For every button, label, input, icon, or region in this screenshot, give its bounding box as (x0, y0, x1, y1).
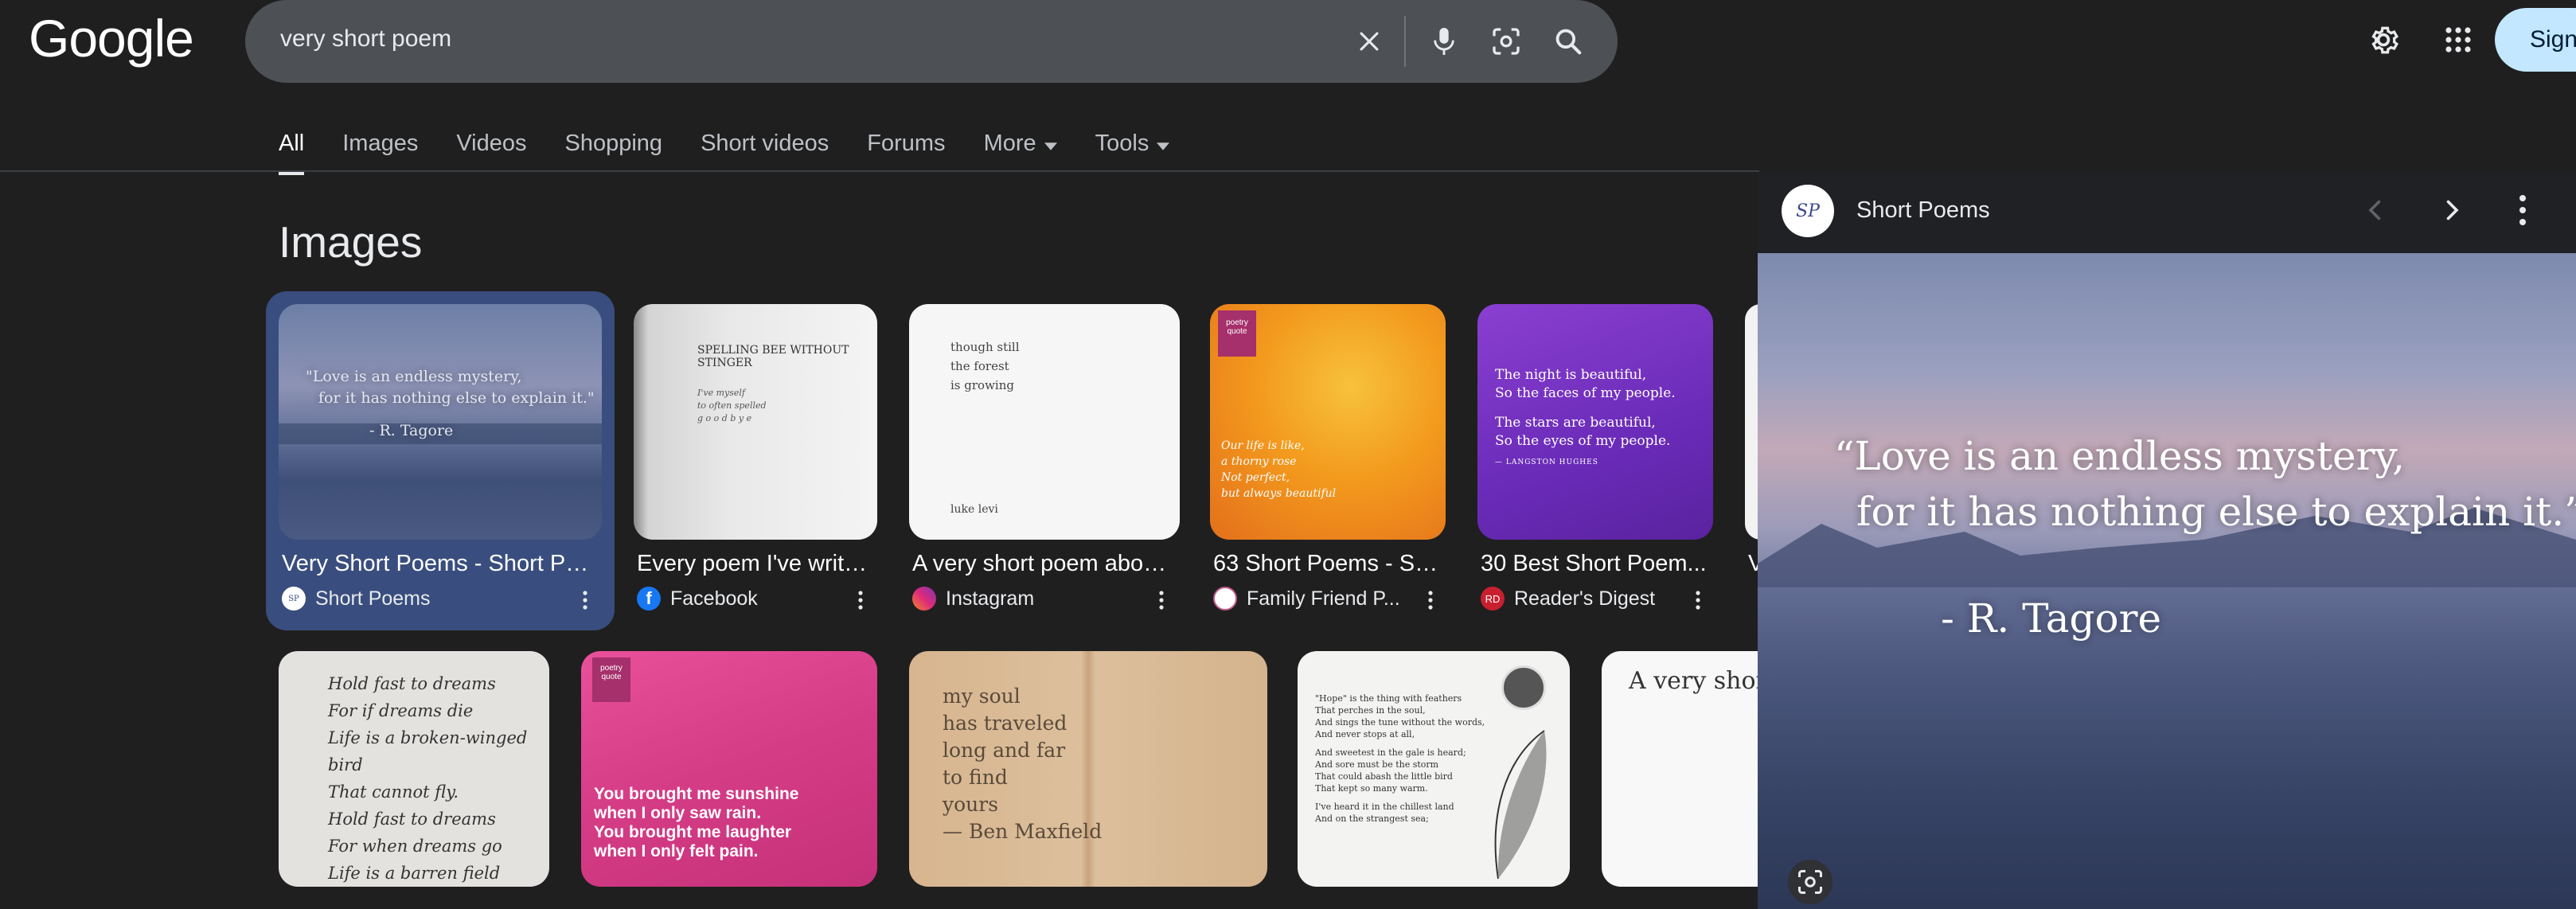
instagram-icon (912, 587, 936, 611)
result-image-hold-fast-to-dreams[interactable]: Hold fast to dreams For if dreams die Life… (279, 651, 549, 887)
next-chevron-icon[interactable] (2437, 193, 2466, 232)
result-image-lake-quote[interactable]: "Love is an endless mystery, for it has … (279, 304, 602, 540)
tab-shopping[interactable]: Shopping (565, 119, 663, 167)
camera-lens-icon[interactable] (1485, 21, 1527, 62)
search-icon[interactable] (1548, 21, 1589, 62)
tab-videos[interactable]: Videos (456, 119, 526, 167)
feather-illustration (1494, 730, 1547, 880)
result-source[interactable]: SP Short Poems (282, 587, 431, 611)
result-image-sunshine-poem[interactable]: poetry quote You brought me sunshine when… (581, 651, 877, 887)
tab-images[interactable]: Images (342, 119, 418, 167)
thumb-text: though still the forest is growing (950, 340, 1020, 392)
author-portrait (1501, 665, 1546, 710)
search-input[interactable]: very short poem (280, 25, 451, 53)
apps-grid-icon[interactable] (2436, 18, 2480, 62)
more-options-icon[interactable] (573, 584, 597, 616)
caret-down-icon (1157, 131, 1170, 157)
tab-all[interactable]: All (279, 119, 305, 175)
result-title[interactable]: A very short poem abou... (912, 551, 1175, 577)
tab-tools[interactable]: Tools (1095, 119, 1170, 167)
result-source[interactable]: Instagram (912, 587, 1034, 611)
result-source[interactable]: Family Friend P... (1213, 587, 1412, 611)
thumb-text: The night is beautiful, So the faces of m… (1495, 367, 1676, 466)
clear-icon[interactable] (1348, 21, 1390, 62)
short-poems-favicon: SP (282, 587, 306, 611)
result-image-langston-hughes[interactable]: The night is beautiful, So the faces of m… (1477, 304, 1713, 540)
source-avatar[interactable]: SP (1782, 185, 1834, 237)
thumb-text: A very short (1629, 667, 1777, 695)
tab-forums[interactable]: Forums (867, 119, 945, 167)
microphone-icon[interactable] (1423, 21, 1465, 62)
result-image-forest-poem[interactable]: though still the forest is growing luke le… (909, 304, 1180, 540)
result-image-ben-maxfield[interactable]: my soul has traveled long and far to find yo… (909, 651, 1267, 887)
more-options-icon[interactable] (1419, 584, 1442, 616)
lens-search-button[interactable] (1788, 860, 1832, 904)
preview-quote-author: - R. Tagore (1941, 595, 2162, 642)
result-source[interactable]: RD Reader's Digest (1481, 587, 1655, 611)
thumb-text: I've myself to often spelled g o o d b y e (697, 388, 767, 423)
thumb-text: luke levi (950, 503, 998, 516)
thumb-text: Hold fast to dreams For if dreams die Life… (328, 674, 528, 883)
preview-quote-line2: for it has nothing else to explain it.” (1856, 489, 2576, 535)
camera-lens-icon (1798, 870, 1822, 894)
result-title[interactable]: 63 Short Poems - Sh... (1213, 551, 1444, 577)
tab-more[interactable]: More (984, 119, 1057, 167)
more-options-icon[interactable] (849, 584, 872, 616)
search-bar[interactable]: very short poem (245, 0, 1618, 83)
more-options-icon[interactable] (1149, 584, 1173, 616)
poetry-quote-badge: poetry quote (1218, 310, 1256, 357)
lake-water (1758, 579, 2576, 909)
thumb-quote-text: "Love is an endless mystery, for it has … (306, 368, 595, 439)
facebook-icon: f (637, 587, 661, 611)
tab-short-videos[interactable]: Short videos (701, 119, 829, 167)
result-image-notebook[interactable]: SPELLING BEE WITHOUT STINGER I've myself… (634, 304, 877, 540)
thumb-text: "Hope" is the thing with feathers That pe… (1315, 693, 1485, 824)
result-source[interactable]: f Facebook (637, 587, 758, 611)
thumb-text: my soul has traveled long and far to find yo… (943, 685, 1103, 843)
search-divider (1404, 16, 1406, 67)
prev-chevron-icon[interactable] (2361, 193, 2390, 232)
search-tabs: All Images Videos Shopping Short videos … (279, 119, 1170, 175)
more-options-icon[interactable] (1686, 584, 1710, 616)
tabs-divider (0, 170, 1759, 172)
readers-digest-favicon: RD (1481, 587, 1505, 611)
thumb-text: Our life is like, a thorny rose Not perfec… (1221, 439, 1337, 500)
result-image-partial[interactable]: A very short (1602, 651, 1777, 887)
google-logo[interactable]: Google (29, 8, 194, 68)
result-title[interactable]: Every poem I've writt... (637, 551, 868, 577)
preview-source-title[interactable]: Short Poems (1856, 197, 1990, 224)
result-title[interactable]: 30 Best Short Poem... (1481, 551, 1711, 577)
thumb-text: SPELLING BEE WITHOUT STINGER (697, 344, 849, 369)
more-options-icon[interactable] (2519, 194, 2527, 230)
family-friend-poems-favicon (1213, 587, 1237, 611)
section-title-images: Images (279, 217, 423, 267)
sign-in-button[interactable]: Sign (2495, 8, 2576, 72)
caret-down-icon (1044, 131, 1057, 157)
preview-quote-line1: “Love is an endless mystery, (1834, 433, 2406, 479)
result-title[interactable]: Very Short Poems - Short Po... (282, 551, 592, 577)
result-image-thorny-rose[interactable]: poetry quote Our life is like, a thorny r… (1210, 304, 1446, 540)
preview-image[interactable]: “Love is an endless mystery, for it has … (1758, 253, 2576, 909)
thumb-text: You brought me sunshine when I only saw r… (594, 785, 799, 860)
settings-gear-icon[interactable] (2361, 18, 2406, 62)
poetry-quote-badge: poetry quote (592, 657, 630, 702)
result-image-hope-feathers[interactable]: "Hope" is the thing with feathers That pe… (1298, 651, 1570, 887)
